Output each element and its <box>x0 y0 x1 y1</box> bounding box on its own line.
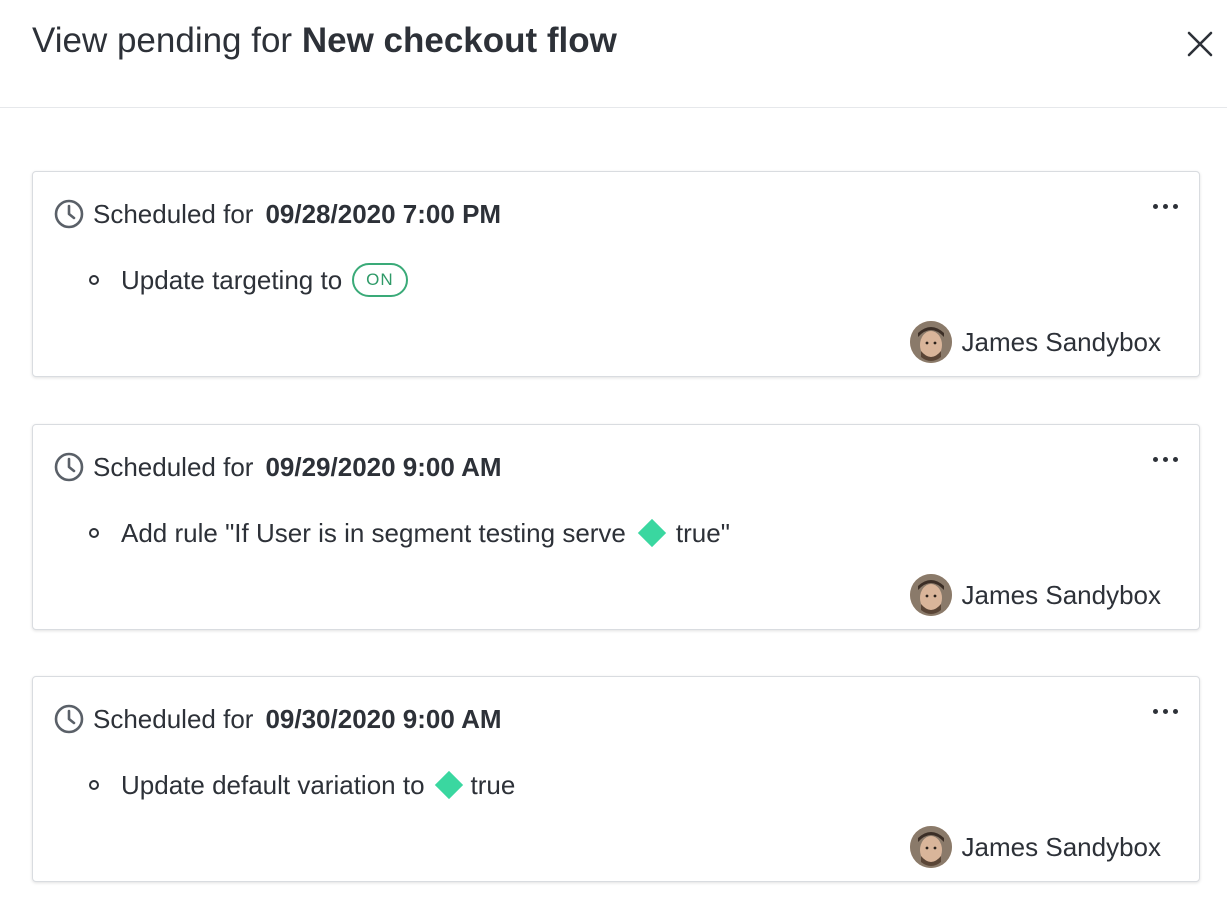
pending-change-card: Scheduled for 09/30/2020 9:00 AM Update … <box>32 676 1200 882</box>
variation-value: true <box>470 769 516 800</box>
title-prefix: View pending for <box>32 21 293 60</box>
more-dots-icon <box>1152 456 1158 462</box>
bullet-icon <box>89 780 99 790</box>
avatar <box>909 826 952 868</box>
more-dots-icon <box>1162 203 1168 209</box>
variation-value: true" <box>675 517 730 548</box>
avatar <box>909 574 952 616</box>
schedule-line: Scheduled for 09/28/2020 7:00 PM <box>53 196 501 232</box>
avatar <box>909 321 952 363</box>
author: James Sandybox <box>909 320 1161 364</box>
instruction-text: Update targeting to <box>121 264 343 295</box>
flag-name: New checkout flow <box>301 21 617 60</box>
more-dots-icon <box>1152 708 1158 714</box>
author: James Sandybox <box>909 825 1161 869</box>
scheduled-date: 09/28/2020 7:00 PM <box>265 198 502 229</box>
author-name: James Sandybox <box>961 831 1161 862</box>
clock-icon <box>53 198 85 230</box>
instruction-text: Update default variation to <box>121 769 425 800</box>
scheduled-label: Scheduled for <box>93 198 254 229</box>
on-badge: ON <box>352 263 408 297</box>
more-dots-icon <box>1172 203 1178 209</box>
instruction-item: Update default variation to true <box>89 765 515 805</box>
scheduled-label: Scheduled for <box>93 703 254 734</box>
scheduled-label: Scheduled for <box>93 451 254 482</box>
more-dots-icon <box>1162 708 1168 714</box>
more-options-button[interactable] <box>1145 445 1185 473</box>
instruction-item: Add rule "If User is in segment testing … <box>89 513 730 553</box>
close-icon <box>1187 31 1213 57</box>
variation-diamond-icon <box>434 770 463 800</box>
close-button[interactable] <box>1182 26 1218 62</box>
more-dots-icon <box>1152 203 1158 209</box>
modal-header: View pending for New checkout flow <box>0 0 1227 108</box>
more-dots-icon <box>1172 708 1178 714</box>
more-options-button[interactable] <box>1145 192 1185 220</box>
author-name: James Sandybox <box>961 579 1161 610</box>
scheduled-date: 09/30/2020 9:00 AM <box>265 703 502 734</box>
pending-change-card: Scheduled for 09/28/2020 7:00 PM Update … <box>32 171 1200 377</box>
instruction-text: Add rule "If User is in segment testing … <box>121 517 626 548</box>
schedule-line: Scheduled for 09/29/2020 9:00 AM <box>53 449 502 485</box>
author-name: James Sandybox <box>961 326 1161 357</box>
clock-icon <box>53 703 85 735</box>
modal-title: View pending for New checkout flow <box>32 20 617 62</box>
instruction-item: Update targeting to ON <box>89 260 408 300</box>
clock-icon <box>53 451 85 483</box>
pending-change-card: Scheduled for 09/29/2020 9:00 AM Add rul… <box>32 424 1200 630</box>
scheduled-date: 09/29/2020 9:00 AM <box>265 451 502 482</box>
author: James Sandybox <box>909 573 1161 617</box>
variation-diamond-icon <box>637 518 667 548</box>
bullet-icon <box>89 275 99 285</box>
more-options-button[interactable] <box>1145 697 1185 725</box>
bullet-icon <box>89 528 99 538</box>
schedule-line: Scheduled for 09/30/2020 9:00 AM <box>53 701 502 737</box>
more-dots-icon <box>1162 456 1168 462</box>
more-dots-icon <box>1172 456 1178 462</box>
